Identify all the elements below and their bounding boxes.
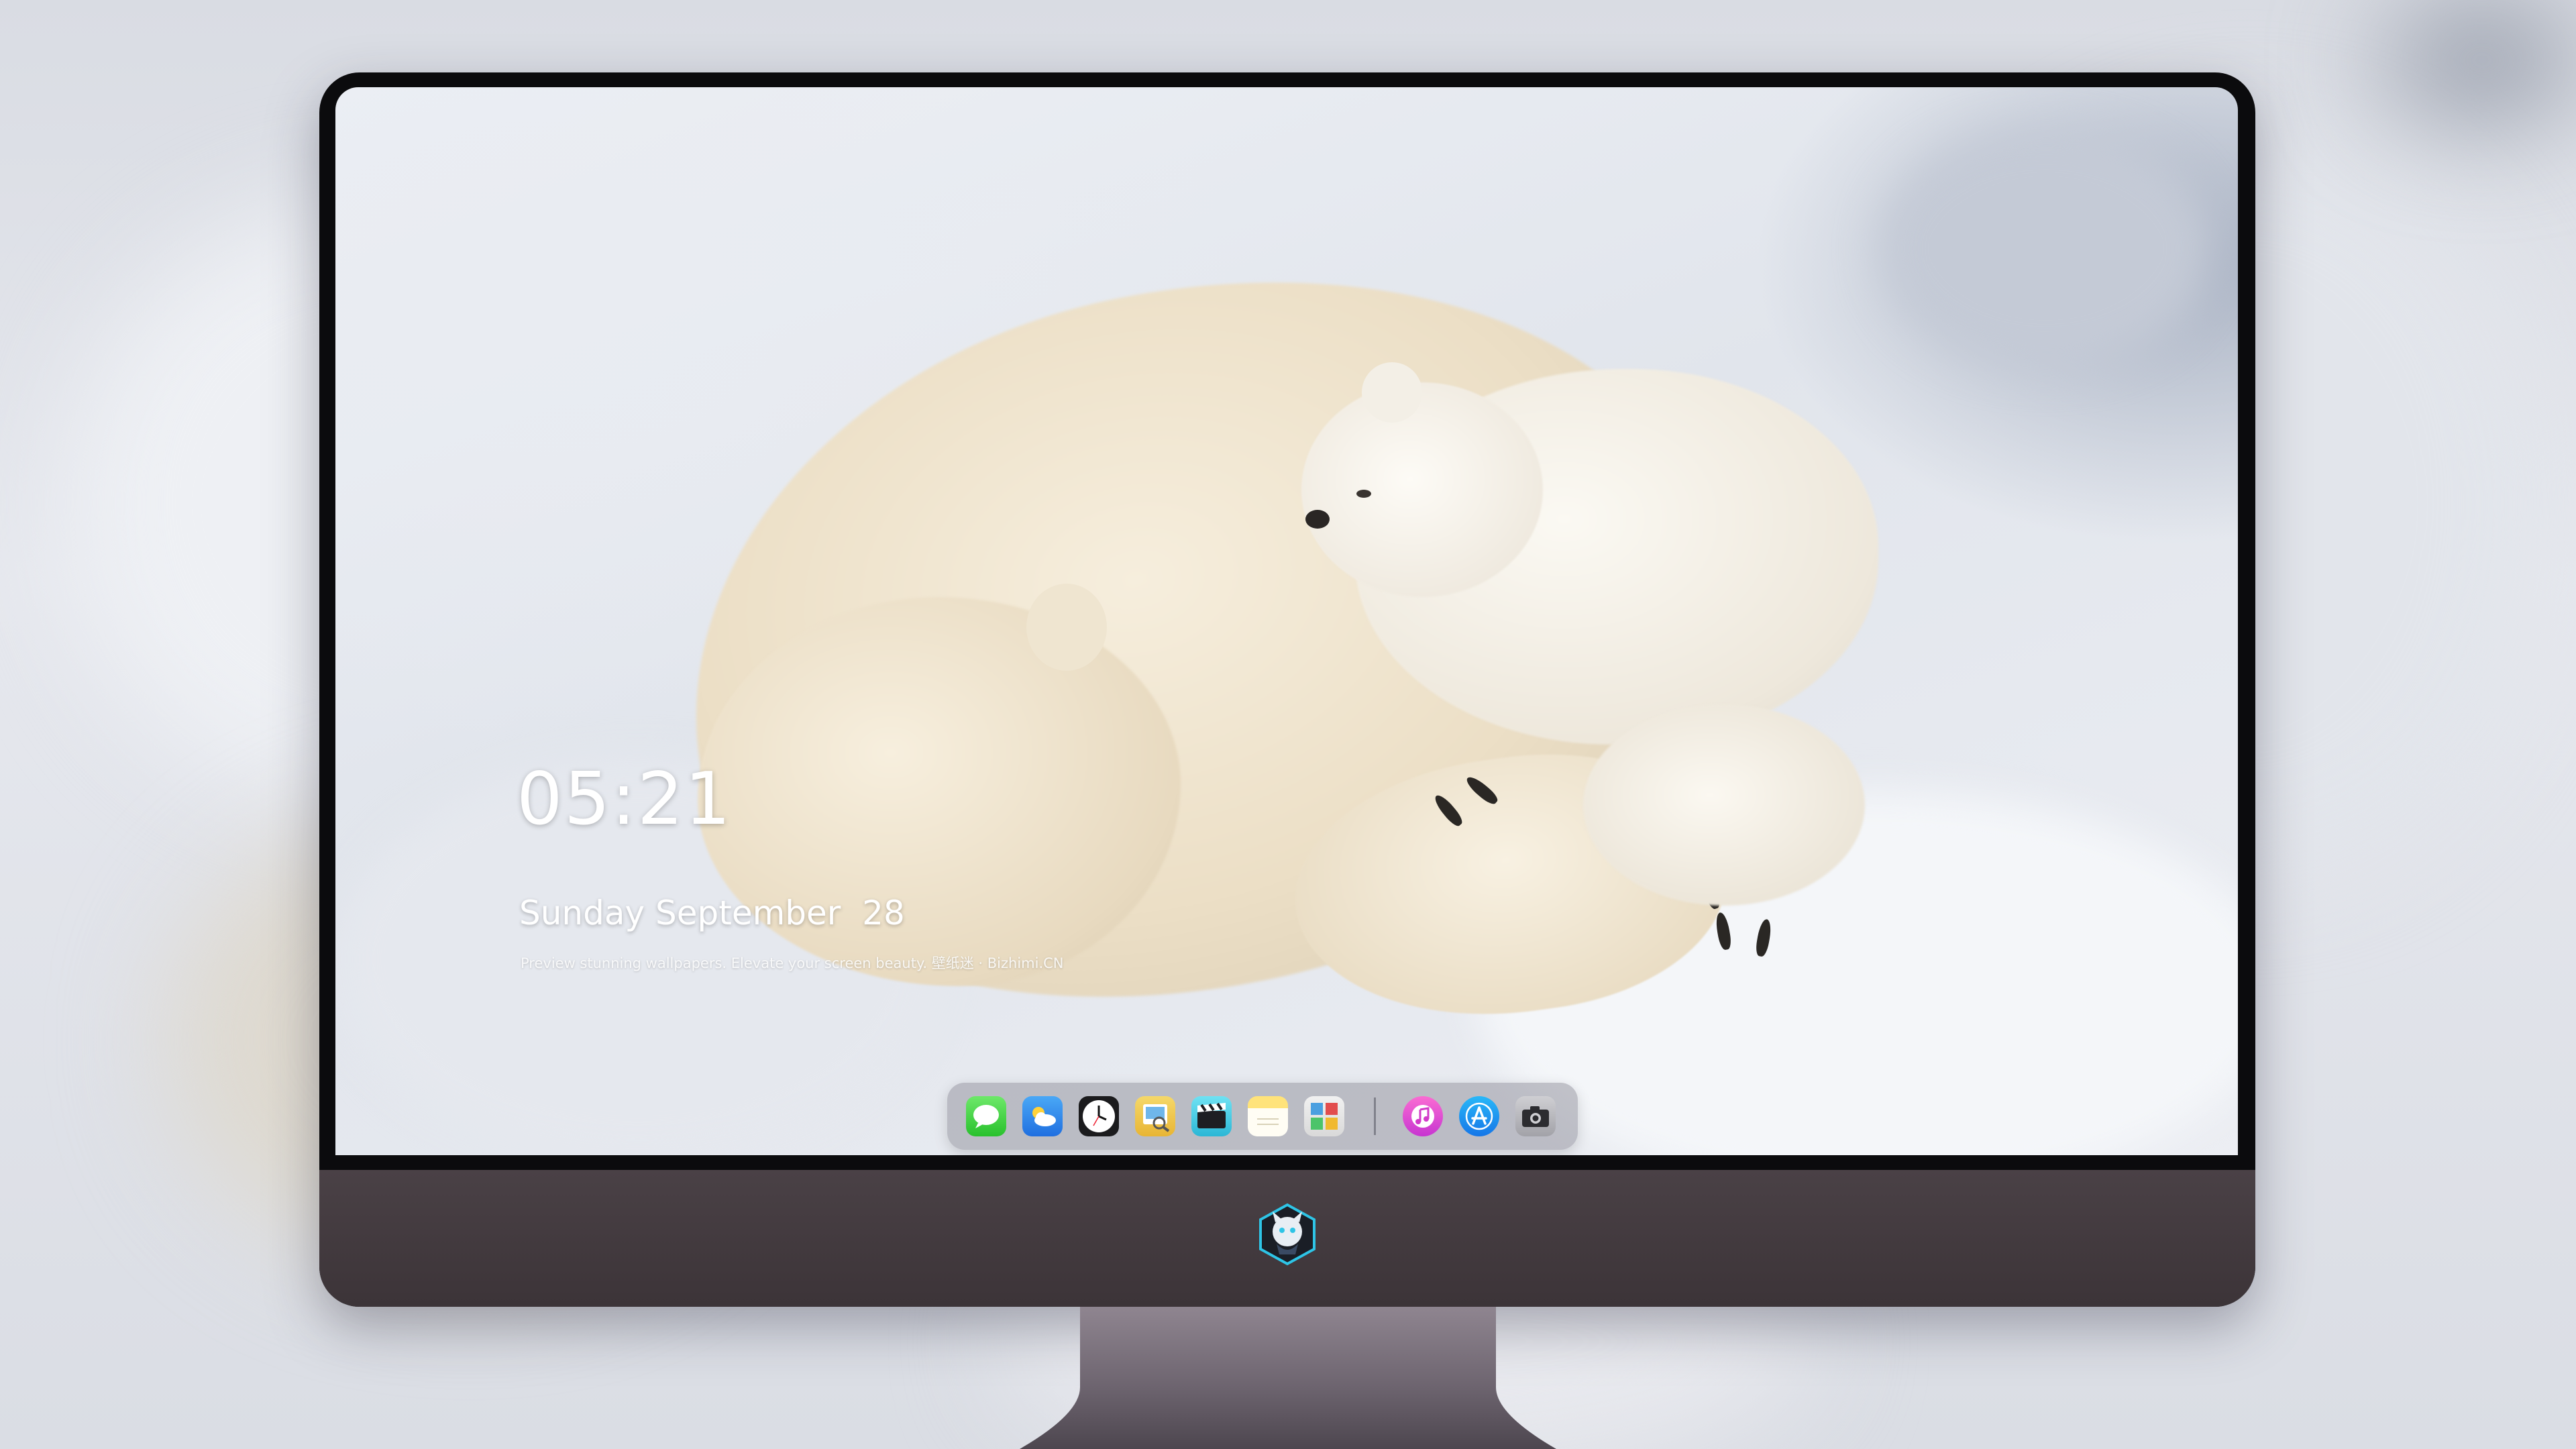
wallpaper-polar-bear-cub-nose bbox=[1305, 510, 1330, 529]
monitor: 05:21 Sunday September 28 Preview stunni… bbox=[319, 72, 2255, 1307]
preview-icon[interactable] bbox=[1135, 1096, 1175, 1136]
monitor-stand bbox=[1020, 1307, 1556, 1449]
wallpaper-snow-cave bbox=[1878, 127, 2214, 369]
clapperboard-icon[interactable] bbox=[1191, 1096, 1232, 1136]
background-blur bbox=[2381, 0, 2576, 121]
photo-booth-icon[interactable] bbox=[1304, 1096, 1344, 1136]
dock bbox=[947, 1083, 1578, 1150]
camera-icon[interactable] bbox=[1515, 1096, 1556, 1136]
lock-screen-date: Sunday September 28 bbox=[519, 894, 905, 932]
music-note-icon[interactable] bbox=[1403, 1096, 1443, 1136]
wallpaper-polar-bear-ear bbox=[1026, 584, 1107, 671]
clock-icon[interactable] bbox=[1079, 1096, 1119, 1136]
brand-logo-icon bbox=[1255, 1202, 1320, 1267]
desktop-photo: 05:21 Sunday September 28 Preview stunni… bbox=[0, 0, 2576, 1449]
lock-screen-time: 05:21 bbox=[517, 757, 733, 841]
wallpaper-polar-bear-cub-eye bbox=[1356, 490, 1371, 498]
messages-icon[interactable] bbox=[966, 1096, 1006, 1136]
app-store-icon[interactable] bbox=[1459, 1096, 1499, 1136]
lock-screen[interactable]: 05:21 Sunday September 28 Preview stunni… bbox=[335, 87, 2238, 1155]
dock-separator bbox=[1374, 1097, 1376, 1135]
wallpaper-polar-bear-cub-ear bbox=[1362, 362, 1422, 423]
weather-icon[interactable] bbox=[1022, 1096, 1063, 1136]
notes-icon[interactable] bbox=[1248, 1096, 1288, 1136]
wallpaper-polar-bear-cub-head bbox=[1301, 382, 1543, 597]
wallpaper-polar-bear-cub bbox=[1583, 704, 1865, 906]
lock-screen-tagline: Preview stunning wallpapers. Elevate you… bbox=[521, 955, 1064, 971]
